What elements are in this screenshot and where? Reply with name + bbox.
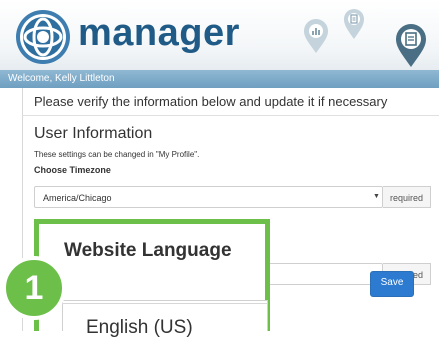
timezone-label: Choose Timezone [34,165,111,175]
chevron-down-icon[interactable]: ▼ [373,193,380,200]
divider [62,303,268,304]
help-text: These settings can be changed in "My Pro… [34,150,200,159]
timezone-select[interactable]: America/Chicago [34,186,383,208]
section-title: User Information [34,125,153,142]
globe-logo-icon[interactable] [14,8,72,66]
callout-title: Website Language [64,240,232,261]
save-button[interactable]: Save [370,271,414,297]
active-pin-icon[interactable] [393,22,429,68]
intro-text: Please verify the information below and … [34,94,388,109]
language-value: English (US) [86,317,193,338]
timezone-required-badge: required [383,186,431,208]
welcome-text: Welcome, Kelly Littleton [8,73,115,84]
app-name: manager [78,12,240,54]
welcome-bar: Welcome, Kelly Littleton [0,70,439,88]
document-pin-icon[interactable] [342,8,366,40]
timezone-value: America/Chicago [43,193,112,203]
step-number-badge: 1 [2,256,66,320]
divider [22,115,439,116]
app-header: manager [0,0,439,70]
chart-pin-icon[interactable] [302,18,330,54]
